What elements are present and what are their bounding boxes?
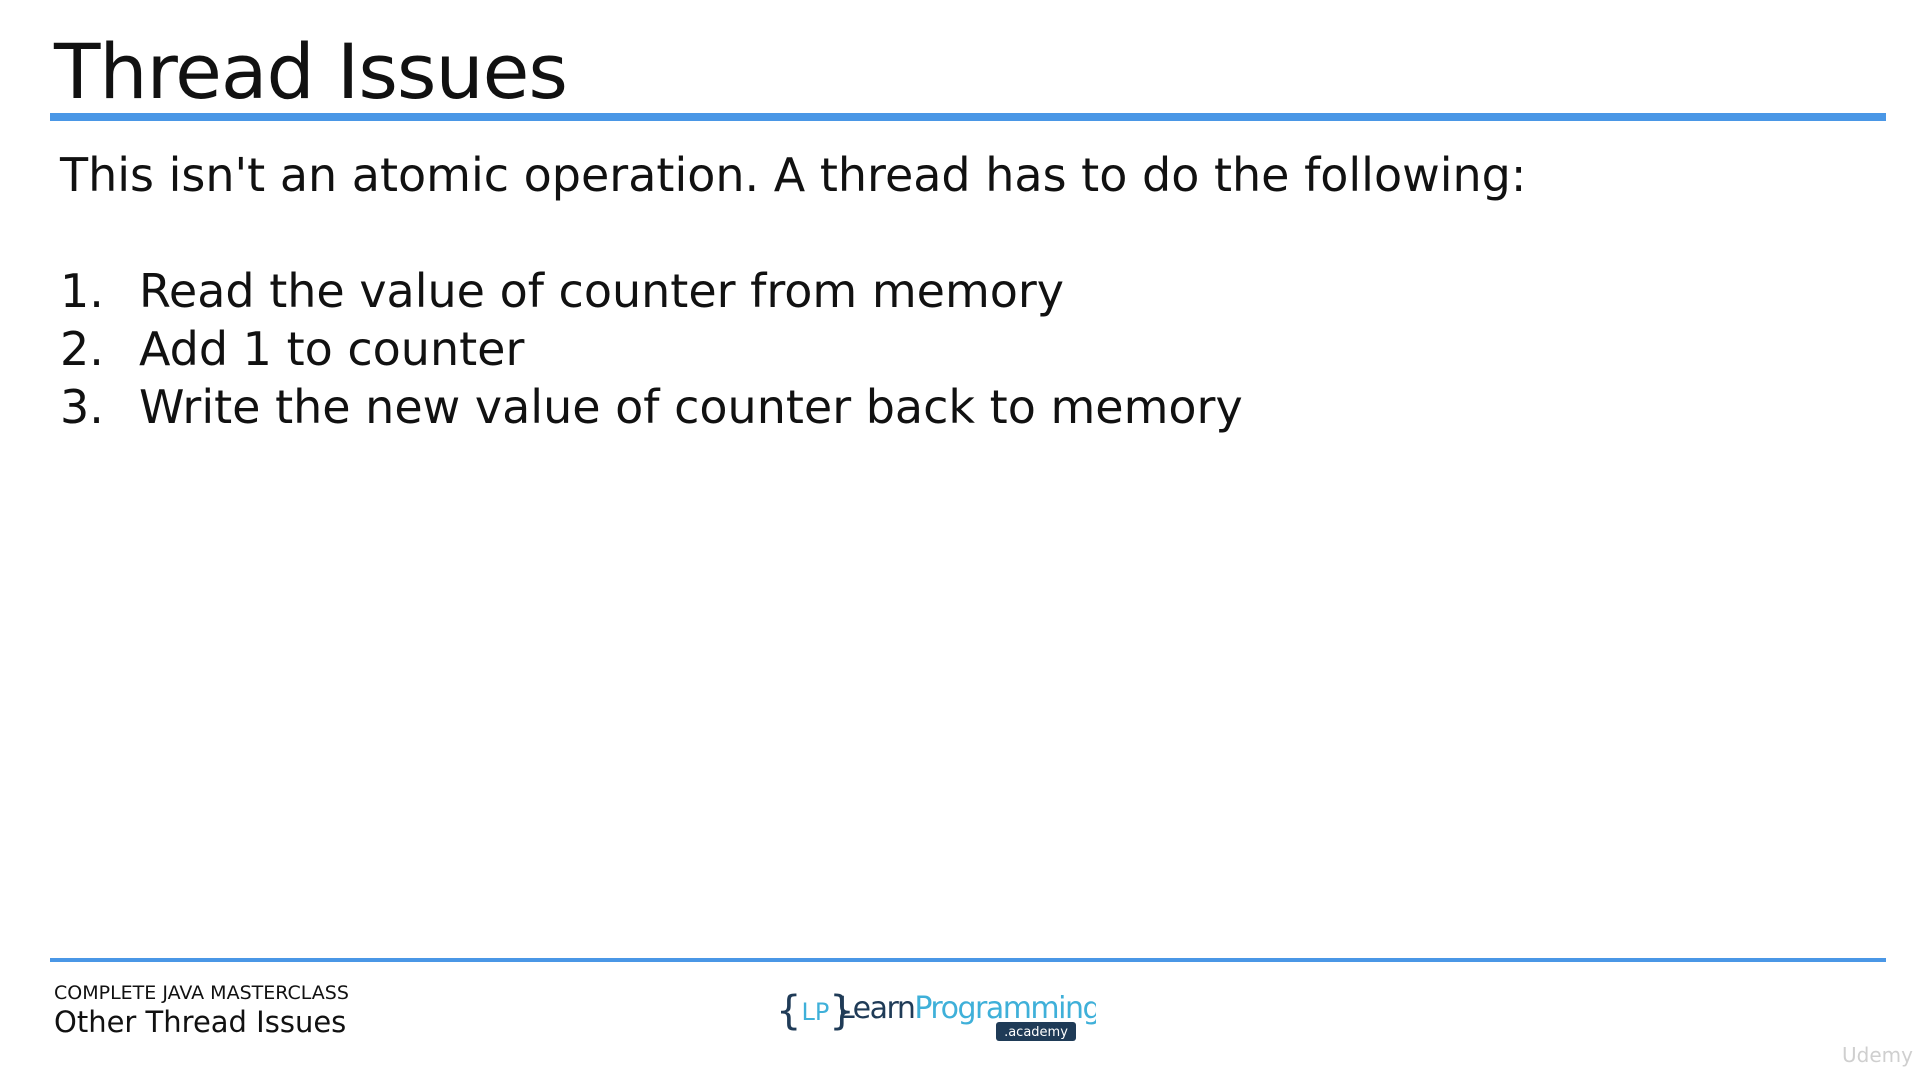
- list-item: 2. Add 1 to counter: [60, 320, 1243, 378]
- step-text: Read the value of counter from memory: [139, 264, 1065, 318]
- list-item: 3. Write the new value of counter back t…: [60, 378, 1243, 436]
- steps-list: 1. Read the value of counter from memory…: [60, 262, 1243, 436]
- step-number: 3.: [60, 380, 104, 434]
- learnprogramming-logo: {LP} LearnProgramming .academy: [776, 988, 1096, 1041]
- logo-badge-text: .academy: [1004, 1025, 1068, 1040]
- step-number: 2.: [60, 322, 104, 376]
- step-number: 1.: [60, 264, 104, 318]
- logo-word-programming: Programming: [914, 991, 1096, 1026]
- step-text: Write the new value of counter back to m…: [139, 380, 1243, 434]
- logo-brace-open: {: [776, 988, 801, 1034]
- udemy-watermark: Udemy: [1842, 1043, 1913, 1067]
- list-item: 1. Read the value of counter from memory: [60, 262, 1243, 320]
- logo-word-learn: Learn: [838, 991, 914, 1026]
- step-text: Add 1 to counter: [139, 322, 525, 376]
- slide-title: Thread Issues: [54, 27, 568, 116]
- intro-text: This isn't an atomic operation. A thread…: [60, 148, 1527, 202]
- lecture-name: Other Thread Issues: [54, 1005, 347, 1039]
- course-name: COMPLETE JAVA MASTERCLASS: [54, 982, 349, 1004]
- title-divider: [50, 113, 1886, 121]
- footer-divider: [50, 958, 1886, 962]
- logo-lp: LP: [801, 998, 829, 1026]
- logo-wordmark: LearnProgramming: [838, 991, 1096, 1026]
